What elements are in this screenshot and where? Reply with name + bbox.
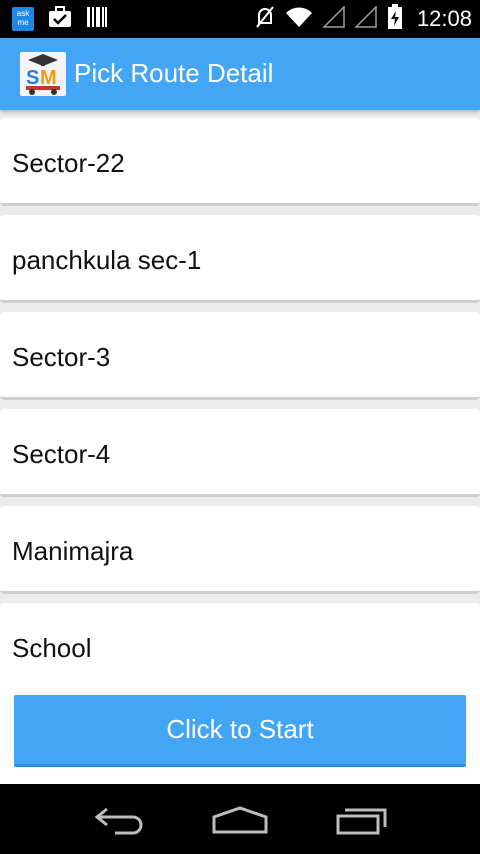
list-item[interactable]: School — [0, 603, 480, 686]
mute-icon — [255, 5, 275, 33]
page-title: Pick Route Detail — [74, 58, 274, 88]
route-label: School — [12, 633, 92, 663]
list-item[interactable]: Sector-4 — [0, 409, 480, 497]
nav-bar — [0, 784, 480, 854]
back-icon[interactable] — [85, 800, 155, 840]
route-label: Manimajra — [12, 536, 134, 566]
app-logo: S M — [20, 52, 66, 96]
askme-icon: ask me — [12, 7, 34, 31]
wifi-icon — [285, 6, 313, 32]
battery-charging-icon — [387, 4, 403, 34]
home-icon[interactable] — [205, 800, 275, 840]
status-bar: ask me 12:08 — [0, 0, 480, 38]
clock: 12:08 — [416, 6, 472, 31]
signal-icon — [354, 5, 377, 32]
action-bar: S M Pick Route Detail — [0, 38, 480, 110]
route-label: Sector-22 — [12, 148, 125, 178]
start-button[interactable]: Click to Start — [14, 695, 466, 767]
logo-text-s: S — [26, 67, 39, 89]
recent-apps-icon[interactable] — [327, 800, 397, 840]
list-item[interactable]: Manimajra — [0, 506, 480, 594]
route-label: Sector-4 — [12, 439, 111, 469]
route-label: Sector-3 — [12, 342, 111, 372]
route-label: panchkula sec-1 — [12, 245, 202, 275]
logo-text-m: M — [40, 67, 57, 89]
barcode-icon — [86, 6, 108, 32]
list-item[interactable]: Sector-22 — [0, 118, 480, 206]
briefcase-check-icon — [48, 6, 72, 32]
list-item[interactable]: panchkula sec-1 — [0, 215, 480, 303]
list-item[interactable]: Sector-3 — [0, 312, 480, 400]
route-list: Sector-22 panchkula sec-1 Sector-3 Secto… — [0, 116, 480, 686]
signal-icon — [322, 5, 345, 32]
